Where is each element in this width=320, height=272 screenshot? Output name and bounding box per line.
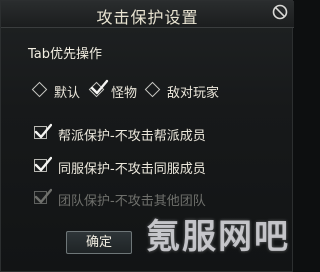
title-bar: 攻击保护设置 <box>1 1 294 28</box>
tab-priority-heading: Tab优先操作 <box>28 47 103 62</box>
checkbox-guild-protection[interactable]: 帮派保护-不攻击帮派成员 <box>34 123 274 145</box>
radio-diamond-icon <box>144 81 161 98</box>
server-protection-label: 同服保护-不攻击同服成员 <box>58 162 206 177</box>
checkmark-icon <box>90 79 109 95</box>
checkbox-server-protection[interactable]: 同服保护-不攻击同服成员 <box>34 156 274 178</box>
radio-enemy-player-label: 敌对玩家 <box>167 86 220 101</box>
team-protection-label: 团队保护-不攻击其他团队 <box>58 194 206 209</box>
tab-priority-options: 默认 怪物 敌对玩家 <box>31 79 274 101</box>
checkbox-box <box>34 156 52 172</box>
dialog-title: 攻击保护设置 <box>96 8 199 27</box>
close-icon[interactable] <box>272 4 288 20</box>
radio-default-label: 默认 <box>54 86 81 101</box>
confirm-button[interactable]: 确定 <box>66 231 132 254</box>
checkbox-box <box>34 188 52 204</box>
guild-protection-label: 帮派保护-不攻击帮派成员 <box>58 129 206 144</box>
checkmark-icon <box>34 156 52 172</box>
watermark-logo: 氪服网吧 <box>146 217 290 257</box>
checkbox-box <box>34 123 52 139</box>
checkbox-team-protection: 团队保护-不攻击其他团队 <box>34 188 274 210</box>
checkmark-icon <box>34 123 52 139</box>
checkmark-icon <box>34 188 52 204</box>
radio-diamond-icon <box>31 81 48 98</box>
radio-monster-label: 怪物 <box>111 86 138 101</box>
attack-protection-dialog: 攻击保护设置 Tab优先操作 默认 怪物 敌对玩家 帮派保护-不攻击帮派成员 同… <box>0 0 294 272</box>
